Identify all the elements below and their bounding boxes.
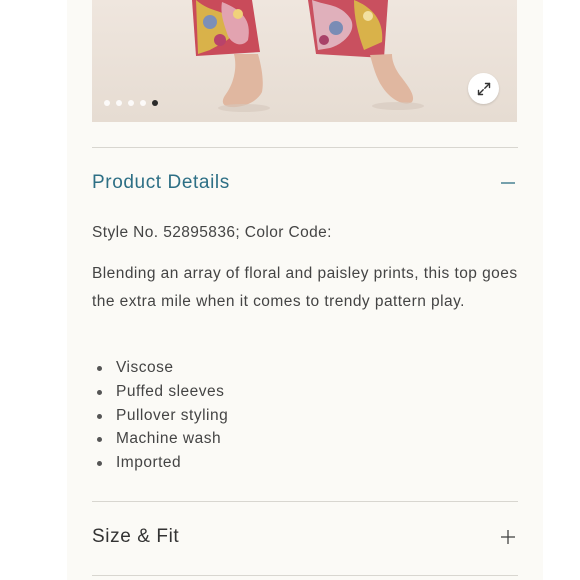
product-details-header[interactable]: Product Details bbox=[92, 172, 518, 194]
feature-item: Machine wash bbox=[92, 427, 228, 451]
divider bbox=[92, 147, 518, 148]
zoom-button[interactable] bbox=[468, 73, 499, 104]
divider bbox=[92, 575, 518, 576]
product-details-title: Product Details bbox=[92, 172, 230, 193]
carousel-dot[interactable] bbox=[104, 100, 110, 106]
style-number: Style No. 52895836; Color Code: bbox=[92, 224, 332, 241]
collapse-button[interactable] bbox=[498, 173, 518, 193]
size-fit-header[interactable]: Size & Fit bbox=[92, 526, 518, 548]
carousel-dot[interactable] bbox=[128, 100, 134, 106]
feature-list: Viscose Puffed sleeves Pullover styling … bbox=[92, 356, 228, 475]
feature-item: Pullover styling bbox=[92, 404, 228, 428]
carousel-dot-active[interactable] bbox=[152, 100, 158, 106]
feature-item: Imported bbox=[92, 451, 228, 475]
minus-icon bbox=[501, 182, 515, 184]
feature-item: Viscose bbox=[92, 356, 228, 380]
carousel-dots bbox=[104, 100, 158, 106]
divider bbox=[92, 501, 518, 502]
feature-item: Puffed sleeves bbox=[92, 380, 228, 404]
expand-arrows-icon bbox=[477, 82, 490, 95]
plus-icon bbox=[501, 530, 515, 544]
carousel-dot[interactable] bbox=[140, 100, 146, 106]
product-image-gallery[interactable] bbox=[92, 0, 517, 122]
expand-button[interactable] bbox=[498, 527, 518, 547]
carousel-dot[interactable] bbox=[116, 100, 122, 106]
product-page: Product Details Style No. 52895836; Colo… bbox=[67, 0, 543, 580]
product-description: Blending an array of floral and paisley … bbox=[92, 265, 518, 310]
size-fit-title: Size & Fit bbox=[92, 526, 180, 547]
